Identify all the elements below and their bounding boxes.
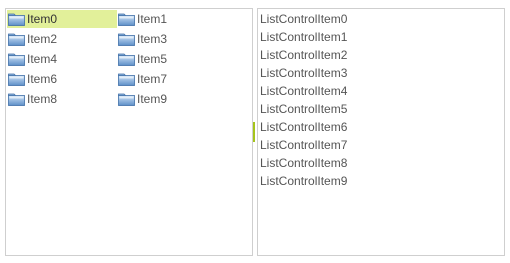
list-item[interactable]: ListControlItem0	[260, 10, 502, 28]
folder-icon	[118, 93, 135, 106]
folder-icon	[8, 33, 25, 46]
icon-list-item[interactable]: Item7	[117, 70, 227, 88]
folder-icon	[8, 73, 25, 86]
folder-icon	[118, 53, 135, 66]
icon-list-item-label: Item3	[137, 32, 168, 46]
icon-list-item-label: Item2	[27, 32, 58, 46]
folder-icon	[8, 53, 25, 66]
icon-list-item-label: Item7	[137, 72, 168, 86]
list-item[interactable]: ListControlItem7	[260, 136, 502, 154]
icon-list-item-label: Item4	[27, 52, 58, 66]
icon-list-item[interactable]: Item8	[7, 90, 117, 108]
list-control-panel[interactable]: ListControlItem0 ListControlItem1 ListCo…	[257, 8, 505, 256]
icon-list-item[interactable]: Item3	[117, 30, 227, 48]
icon-list-item[interactable]: Item2	[7, 30, 117, 48]
list-control: ListControlItem0 ListControlItem1 ListCo…	[260, 10, 502, 190]
icon-list-item[interactable]: Item6	[7, 70, 117, 88]
icon-list-item-label: Item0	[27, 12, 58, 26]
list-item[interactable]: ListControlItem4	[260, 82, 502, 100]
icon-list-item[interactable]: Item1	[117, 10, 227, 28]
list-item[interactable]: ListControlItem2	[260, 46, 502, 64]
icon-list-item-label: Item6	[27, 72, 58, 86]
icon-list-item-label: Item5	[137, 52, 168, 66]
list-item[interactable]: ListControlItem6	[260, 118, 502, 136]
list-item[interactable]: ListControlItem9	[260, 172, 502, 190]
icon-list-grid: Item0 Item1 Item2 Item3 Item4 Item5 Item…	[7, 10, 227, 110]
splitter-handle[interactable]	[253, 122, 255, 142]
list-item[interactable]: ListControlItem1	[260, 28, 502, 46]
folder-icon	[118, 73, 135, 86]
folder-icon	[8, 13, 25, 26]
list-item[interactable]: ListControlItem3	[260, 64, 502, 82]
icon-list-item-label: Item9	[137, 92, 168, 106]
icon-list-item-label: Item8	[27, 92, 58, 106]
icon-list-item[interactable]: Item0	[7, 10, 117, 28]
list-item[interactable]: ListControlItem8	[260, 154, 502, 172]
icon-list-panel[interactable]: Item0 Item1 Item2 Item3 Item4 Item5 Item…	[5, 8, 253, 256]
icon-list-item-label: Item1	[137, 12, 168, 26]
icon-list-item[interactable]: Item4	[7, 50, 117, 68]
icon-list-item[interactable]: Item5	[117, 50, 227, 68]
folder-icon	[118, 13, 135, 26]
icon-list-item[interactable]: Item9	[117, 90, 227, 108]
folder-icon	[118, 33, 135, 46]
folder-icon	[8, 93, 25, 106]
list-item[interactable]: ListControlItem5	[260, 100, 502, 118]
